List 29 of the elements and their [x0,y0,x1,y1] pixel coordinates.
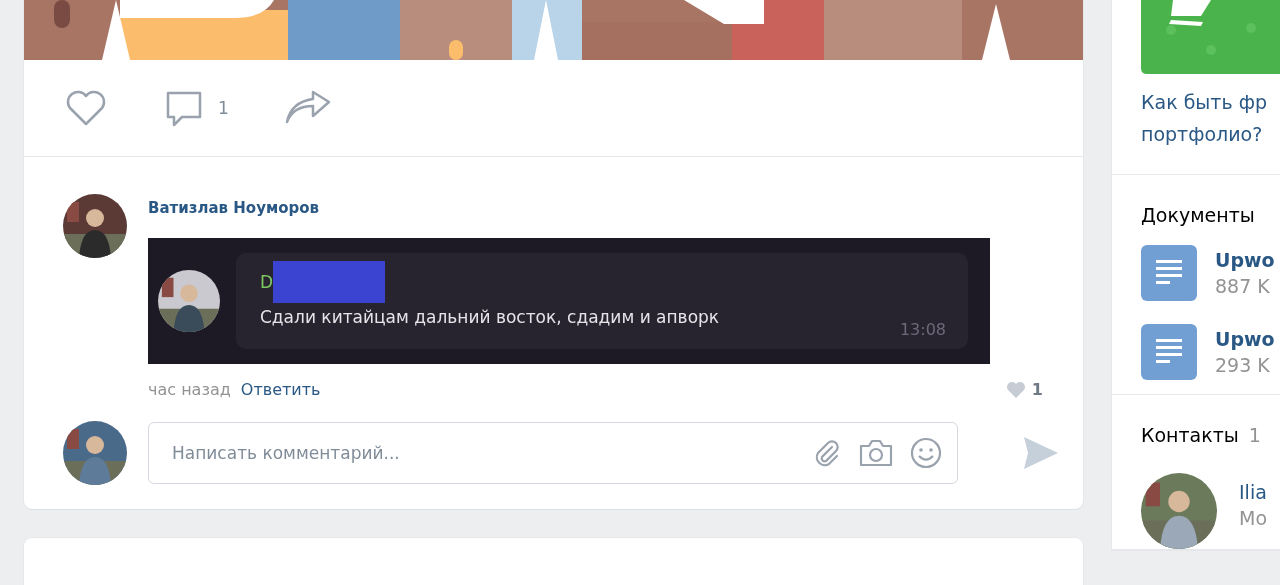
like-button[interactable] [64,89,108,127]
contact-count: 1 [1248,424,1261,446]
message-text: Сдали китайцам дальний восток, сдадим и апворк [260,307,720,327]
document-icon[interactable] [1141,324,1197,380]
reply-link[interactable]: Ответить [240,380,321,399]
promo-link[interactable]: Как быть фр портфолио? [1141,74,1280,174]
send-icon[interactable] [1023,435,1059,471]
heart-icon [64,89,108,127]
smiley-icon[interactable] [910,437,942,469]
document-size: 293 K [1215,354,1271,376]
section-title: Документы [1141,204,1255,226]
document-name[interactable]: Upwo [1215,328,1275,350]
camera-icon[interactable] [858,438,894,468]
heart-icon [1005,380,1026,399]
document-name[interactable]: Upwo [1215,249,1275,271]
sender-name: D [260,272,274,292]
share-arrow-icon [284,90,331,126]
contact-name[interactable]: Ilia [1239,481,1268,503]
message-time: 13:08 [899,320,946,339]
comment-like-button[interactable]: 1 [1005,380,1043,399]
document-size: 887 K [1215,275,1271,297]
comment-time: час назад [148,380,231,399]
comment-input[interactable]: Написать комментарий... [148,422,958,484]
speech-bubble-icon [164,89,204,127]
document-icon[interactable] [1141,245,1197,301]
author-name[interactable]: Ватизлав Ноуморов [148,199,320,217]
contact-subtitle: Мо [1239,507,1268,529]
share-button[interactable] [284,90,331,126]
section-title: Контакты [1141,424,1239,446]
